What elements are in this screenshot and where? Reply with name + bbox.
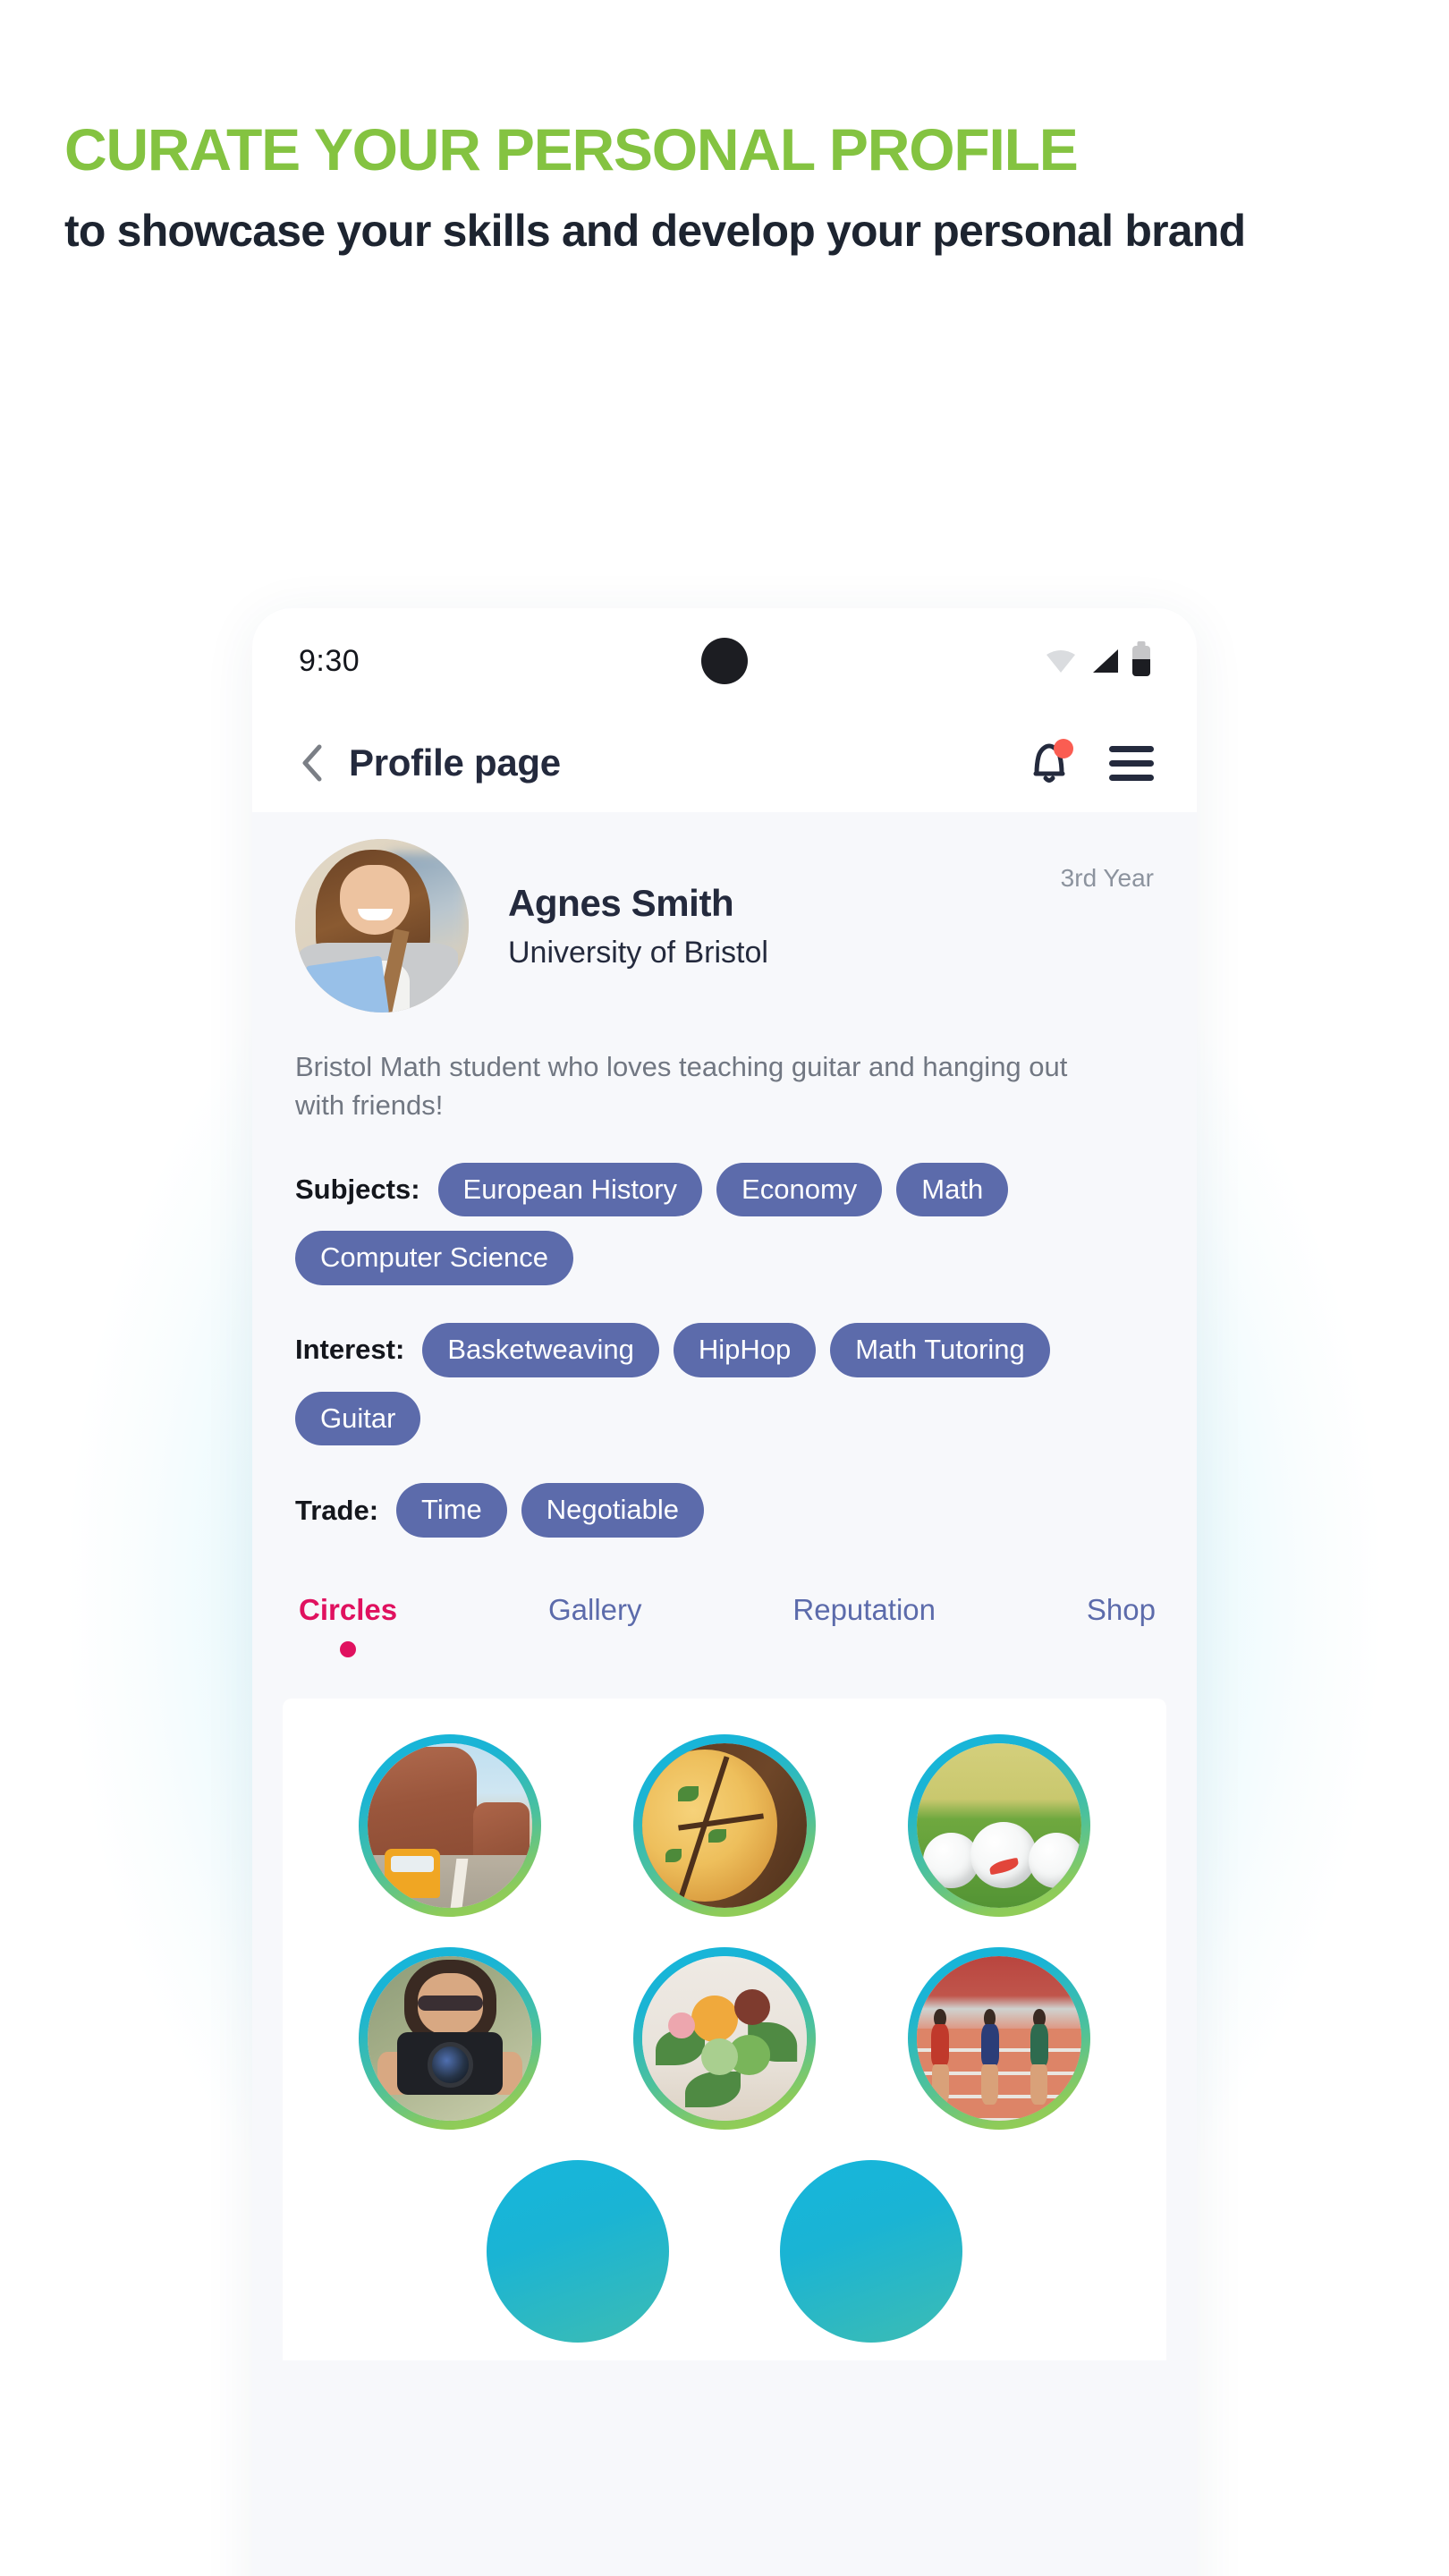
tab-reputation[interactable]: Reputation: [792, 1593, 936, 1636]
phone-mockup: 9:30 Profile page Agnes Smith University…: [252, 608, 1197, 2576]
profile-year: 3rd Year: [1060, 864, 1154, 892]
subjects-label: Subjects:: [295, 1173, 420, 1205]
status-icon-group: [1045, 641, 1150, 676]
avatar[interactable]: [295, 839, 469, 1013]
circle-item-soccer[interactable]: [907, 1734, 1090, 1918]
chip-trade[interactable]: Negotiable: [521, 1483, 704, 1538]
battery-icon: [1132, 641, 1150, 676]
tab-active-indicator: [340, 1641, 357, 1658]
menu-button[interactable]: [1109, 745, 1154, 781]
tag-section-subjects: Subjects: European History Economy Math …: [295, 1162, 1154, 1285]
running-thumbnail: [916, 1956, 1081, 2122]
notification-badge: [1054, 739, 1073, 758]
camera-punch-hole: [701, 638, 748, 684]
profile-name: Agnes Smith: [508, 881, 734, 924]
tab-gallery-label: Gallery: [547, 1593, 642, 1627]
chevron-left-icon: [302, 744, 322, 782]
circle-item-running[interactable]: [907, 1947, 1090, 2131]
soccer-thumbnail: [916, 1743, 1081, 1909]
chip-subject[interactable]: European History: [437, 1162, 703, 1217]
chip-interest[interactable]: Guitar: [295, 1391, 421, 1446]
chip-subject[interactable]: Computer Science: [295, 1231, 574, 1285]
promo-text-block: CURATE YOUR PERSONAL PROFILE to showcase…: [64, 118, 1263, 257]
tab-circles-label: Circles: [299, 1593, 398, 1627]
chip-subject[interactable]: Math: [896, 1162, 1009, 1217]
circle-item-pizza[interactable]: [632, 1734, 816, 1918]
status-bar: 9:30: [252, 608, 1197, 714]
circle-item-photography[interactable]: [359, 1947, 542, 2131]
profile-tabs: Circles Gallery Reputation Shop: [252, 1593, 1197, 1666]
interest-group: Interest: Basketweaving HipHop Math Tuto…: [295, 1322, 1154, 1446]
profile-school: University of Bristol: [508, 935, 768, 970]
page-title: Profile page: [349, 741, 561, 784]
promo-subheadline: to showcase your skills and develop your…: [64, 205, 1246, 256]
road-trip-thumbnail: [368, 1743, 533, 1909]
status-clock: 9:30: [299, 643, 360, 678]
tab-gallery[interactable]: Gallery: [548, 1593, 642, 1636]
subjects-group: Subjects: European History Economy Math …: [295, 1162, 1154, 1285]
circle-item-flowers[interactable]: [632, 1947, 816, 2131]
app-bar-actions: [1029, 739, 1154, 785]
profile-header: Agnes Smith University of Bristol 3rd Ye…: [252, 812, 1197, 1013]
chip-trade[interactable]: Time: [396, 1483, 507, 1538]
tab-reputation-label: Reputation: [792, 1593, 936, 1627]
wifi-icon: [1046, 650, 1075, 673]
hamburger-menu-icon: [1109, 745, 1154, 752]
tag-section-trade: Trade: Time Negotiable: [295, 1483, 1154, 1538]
avatar-photo: [295, 839, 469, 1013]
app-content: Agnes Smith University of Bristol 3rd Ye…: [252, 812, 1197, 2576]
notifications-button[interactable]: [1029, 739, 1073, 785]
tab-shop-label: Shop: [1086, 1593, 1156, 1627]
tab-shop[interactable]: Shop: [1087, 1593, 1156, 1636]
circles-grid: [283, 1734, 1166, 2131]
chip-interest[interactable]: HipHop: [673, 1322, 817, 1377]
chip-interest[interactable]: Basketweaving: [422, 1322, 659, 1377]
promo-headline: CURATE YOUR PERSONAL PROFILE: [64, 116, 1079, 182]
pizza-thumbnail: [641, 1743, 807, 1909]
circle-item-partial[interactable]: [780, 2160, 962, 2343]
circle-item-partial[interactable]: [487, 2160, 669, 2343]
circles-panel: [283, 1699, 1166, 2361]
trade-label: Trade:: [295, 1494, 379, 1526]
flowers-thumbnail: [641, 1956, 807, 2122]
circles-next-row-peek: [283, 2160, 1166, 2343]
circle-item-road-trip[interactable]: [359, 1734, 542, 1918]
app-bar: Profile page: [252, 714, 1197, 812]
trade-group: Trade: Time Negotiable: [295, 1483, 1154, 1538]
photography-thumbnail: [368, 1956, 533, 2122]
profile-bio: Bristol Math student who loves teaching …: [295, 1051, 1068, 1121]
chip-subject[interactable]: Economy: [716, 1162, 883, 1217]
chip-interest[interactable]: Math Tutoring: [830, 1322, 1050, 1377]
tab-circles[interactable]: Circles: [299, 1593, 397, 1666]
tag-section-interest: Interest: Basketweaving HipHop Math Tuto…: [295, 1322, 1154, 1446]
interest-label: Interest:: [295, 1334, 405, 1366]
back-button[interactable]: [293, 744, 331, 782]
cellular-signal-icon: [1093, 649, 1118, 673]
profile-identity: Agnes Smith University of Bristol: [508, 882, 1061, 970]
